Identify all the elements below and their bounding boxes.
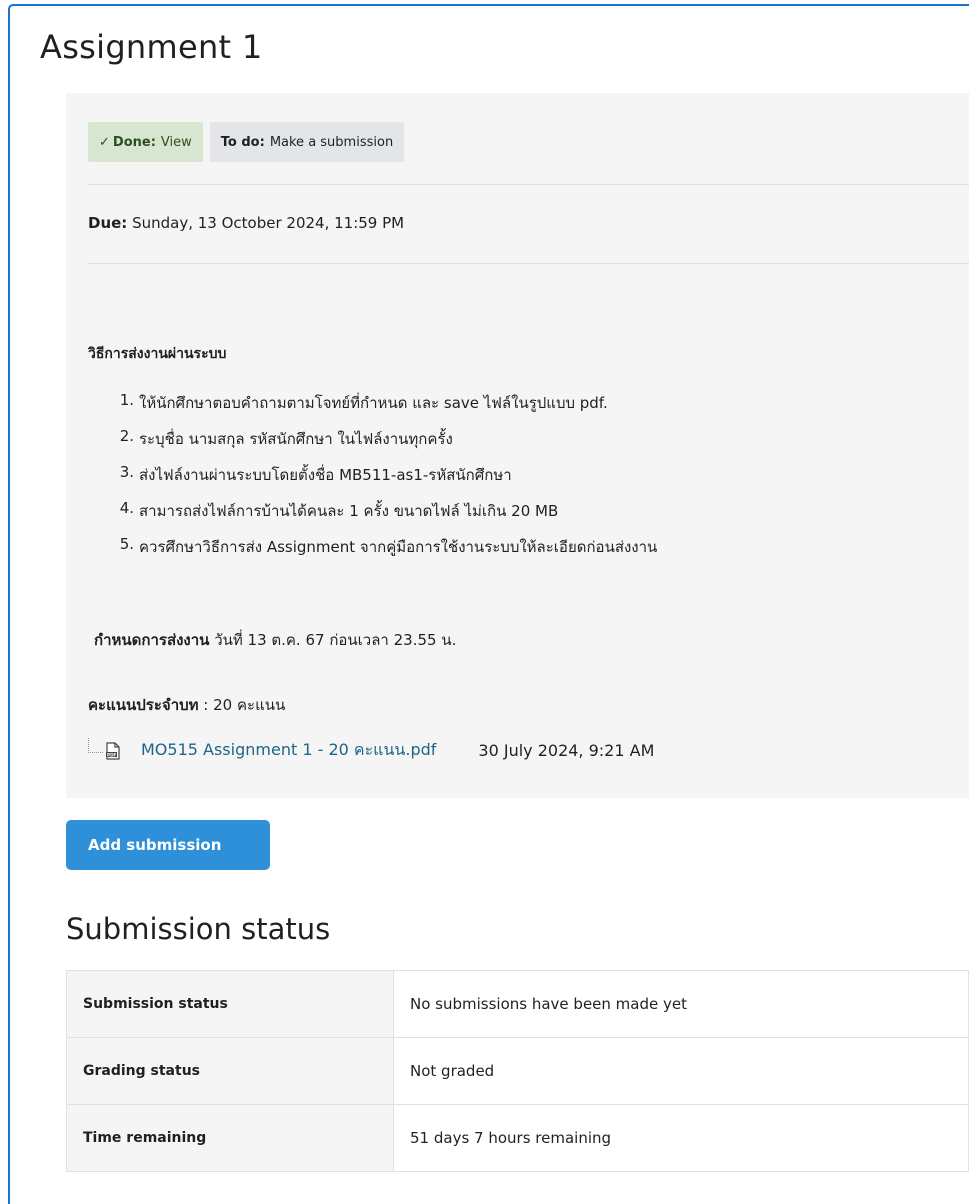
list-item: 3. ส่งไฟล์งานผ่านระบบโดยตั้งชื่อ MB511-as… [119,463,512,484]
instructions-heading: วิธีการส่งงานผ่านระบบ [88,346,227,362]
attachment-date: 30 July 2024, 9:21 AM [478,741,655,760]
divider [88,263,969,264]
score-value: : 20 คะแนน [198,696,286,714]
submission-deadline: กำหนดการส่งงาน วันที่ 13 ต.ค. 67 ก่อนเวล… [94,628,456,652]
page-title: Assignment 1 [40,28,263,66]
completion-requirements: ✓ Done: View To do: Make a submission [88,122,405,162]
submission-status-title: Submission status [66,912,331,946]
done-value: View [160,134,192,150]
attachment-link[interactable]: MO515 Assignment 1 - 20 คะแนน.pdf [141,738,436,763]
completion-done-badge: ✓ Done: View [88,122,203,162]
add-submission-button[interactable]: Add submission [66,820,270,870]
due-value: Sunday, 13 October 2024, 11:59 PM [132,214,405,232]
score-info: คะแนนประจำบท : 20 คะแนน [88,693,285,717]
row-label: Time remaining [66,1104,394,1172]
deadline-value: วันที่ 13 ต.ค. 67 ก่อนเวลา 23.55 น. [209,631,457,649]
list-item: 2. ระบุชื่อ นามสกุล รหัสนักศึกษา ในไฟล์งา… [119,427,453,448]
pdf-file-icon[interactable]: PDF [105,741,121,760]
attachment-row: PDF MO515 Assignment 1 - 20 คะแนน.pdf 30… [88,738,654,763]
row-label: Submission status [66,970,394,1038]
divider [88,184,969,185]
instructions-list: 1. ให้นักศึกษาตอบคำถามตามโจทย์ที่กำหนด แล… [88,391,658,571]
row-value: 51 days 7 hours remaining [393,1104,969,1172]
completion-todo-badge: To do: Make a submission [209,122,405,162]
row-value: Not graded [393,1037,969,1105]
submission-status-table: Submission status No submissions have be… [66,970,969,1172]
todo-value: Make a submission [269,134,394,150]
score-label: คะแนนประจำบท [88,696,199,714]
table-row: Time remaining 51 days 7 hours remaining [66,1104,969,1172]
due-date: Due: Sunday, 13 October 2024, 11:59 PM [88,214,404,232]
row-label: Grading status [66,1037,394,1105]
svg-text:PDF: PDF [107,752,117,757]
done-label: Done: [112,134,156,150]
table-row: Submission status No submissions have be… [66,970,969,1038]
activity-description: ✓ Done: View To do: Make a submission Du… [66,93,969,798]
checkmark-icon: ✓ [99,134,110,150]
deadline-label: กำหนดการส่งงาน [94,631,210,649]
row-value: No submissions have been made yet [393,970,969,1038]
due-label: Due: [88,214,128,232]
table-row: Grading status Not graded [66,1037,969,1105]
list-item: 1. ให้นักศึกษาตอบคำถามตามโจทย์ที่กำหนด แล… [119,391,608,412]
todo-label: To do: [220,134,265,150]
list-item: 4. สามารถส่งไฟล์การบ้านได้คนละ 1 ครั้ง ขน… [119,499,559,520]
tree-branch-icon [88,738,103,753]
list-item: 5. ควรศึกษาวิธีการส่ง Assignment จากคู่มื… [119,535,658,556]
